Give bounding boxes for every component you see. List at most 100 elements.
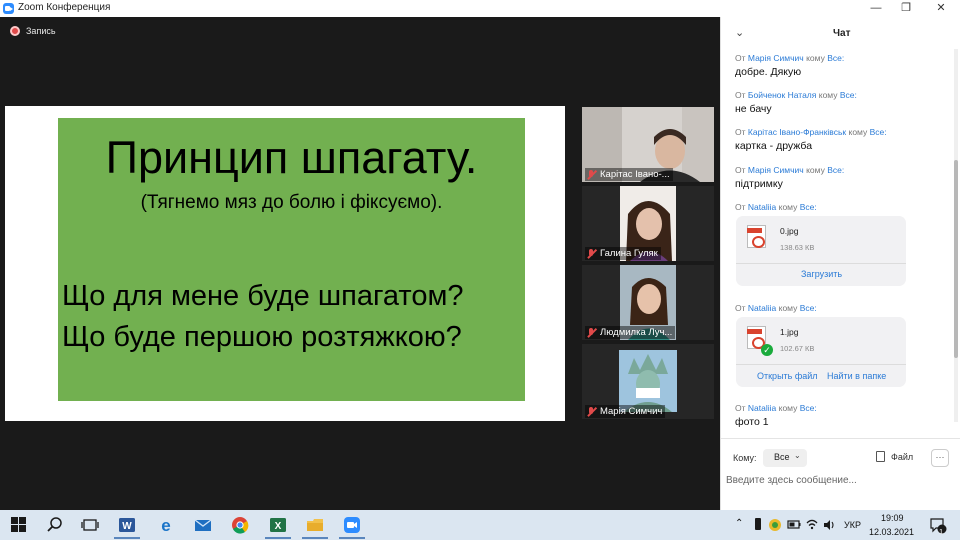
chevron-down-icon[interactable]: ⌄	[735, 26, 744, 39]
participant-name: Карітас Івано-...	[585, 168, 673, 181]
minimize-button[interactable]: —	[859, 0, 893, 17]
participant-tile[interactable]: Людмилка Луч...	[582, 265, 714, 340]
message-meta: От Nataliia кому Все:	[735, 403, 817, 413]
usb-device-icon[interactable]	[752, 516, 764, 534]
input-language[interactable]: УКР	[844, 520, 861, 530]
message-recipient[interactable]: Все:	[827, 165, 844, 175]
chat-panel: ⌄ Чат От Марія Симчич кому Все: добре. Д…	[720, 17, 960, 510]
file-icon	[876, 451, 885, 462]
message-meta: От Карітас Івано-Франківськ кому Все:	[735, 127, 887, 137]
message-meta: От Бойченок Наталя кому Все:	[735, 90, 857, 100]
show-in-folder-button[interactable]: Найти в папке	[827, 371, 886, 381]
svg-text:e: e	[161, 516, 170, 534]
participant-tile[interactable]: Галина Гуляк	[582, 186, 714, 261]
mail-icon[interactable]	[194, 516, 212, 534]
restore-button[interactable]: ❐	[889, 0, 923, 17]
recording-indicator[interactable]: Запись	[10, 26, 56, 36]
message-recipient[interactable]: Все:	[800, 403, 817, 413]
notifications-icon[interactable]	[929, 516, 947, 534]
mic-muted-icon	[586, 406, 596, 417]
clock-date[interactable]: 12.03.2021	[869, 527, 914, 537]
chat-message-input[interactable]	[726, 470, 946, 490]
message-sender[interactable]: Nataliia	[748, 303, 776, 313]
more-options-button[interactable]: ···	[931, 449, 949, 467]
message-recipient[interactable]: Все:	[800, 303, 817, 313]
message-sender[interactable]: Бойченок Наталя	[748, 90, 816, 100]
message-meta: От Nataliia кому Все:	[735, 303, 817, 313]
file-explorer-icon[interactable]	[306, 516, 324, 534]
message-sender[interactable]: Nataliia	[748, 403, 776, 413]
chat-message: От Марія Симчич кому Все: підтримку	[735, 165, 844, 190]
message-recipient[interactable]: Все:	[827, 53, 844, 63]
record-icon	[10, 26, 20, 36]
message-recipient[interactable]: Все:	[800, 202, 817, 212]
chat-title: Чат	[833, 28, 851, 39]
chrome-icon[interactable]	[231, 516, 249, 534]
word-icon[interactable]: W	[118, 516, 136, 534]
message-sender[interactable]: Nataliia	[748, 202, 776, 212]
presentation-slide: Принцип шпагату. (Тягнемо мяз до болю і …	[58, 118, 525, 401]
message-text: картка - дружба	[735, 140, 813, 152]
mic-muted-icon	[586, 248, 596, 259]
active-app-indicator	[114, 537, 140, 539]
participant-name-text: Карітас Івано-...	[600, 169, 670, 180]
recipient-select[interactable]: Все ⌄	[763, 449, 807, 467]
active-app-indicator	[339, 537, 365, 539]
message-meta: От Nataliia кому Все:	[735, 202, 817, 212]
close-button[interactable]: ✕	[924, 0, 958, 17]
battery-icon[interactable]	[787, 516, 801, 534]
message-text: не бачу	[735, 103, 772, 115]
slide-subtitle: (Тягнемо мяз до болю і фіксуємо).	[140, 192, 443, 213]
divider	[736, 263, 906, 264]
message-sender[interactable]: Карітас Івано-Франківськ	[748, 127, 846, 137]
volume-icon[interactable]	[822, 516, 836, 534]
download-button[interactable]: Загрузить	[801, 269, 842, 279]
clock-time[interactable]: 19:09	[881, 513, 904, 523]
chat-message: От Nataliia кому Все:	[735, 303, 817, 313]
share-file-label: Файл	[891, 451, 914, 462]
tray-expand-icon[interactable]: ⌃	[735, 518, 743, 529]
slide-question-1: Що для мене буде шпагатом?	[62, 280, 464, 312]
windows-taskbar: W e X ⌃ УКР 19:09 12.03.2021 1	[0, 510, 960, 540]
recipient-label: Кому:	[733, 453, 757, 463]
zoom-app-icon[interactable]	[343, 516, 361, 534]
active-app-indicator	[265, 537, 291, 539]
file-name: 0.jpg	[780, 226, 799, 236]
message-sender[interactable]: Марія Симчич	[748, 165, 804, 175]
chat-message: От Nataliia кому Все:	[735, 202, 817, 212]
excel-icon[interactable]: X	[269, 516, 287, 534]
recording-label: Запись	[26, 26, 56, 36]
message-text: добре. Дякую	[735, 66, 802, 78]
slide-question-2: Що буде першою розтяжкою?	[62, 321, 462, 353]
divider	[721, 438, 960, 439]
participant-name: Марія Симчич	[585, 405, 666, 418]
search-icon[interactable]	[46, 516, 64, 534]
participant-name: Галина Гуляк	[585, 247, 661, 260]
svg-text:X: X	[275, 521, 282, 532]
chat-message: От Марія Симчич кому Все: добре. Дякую	[735, 53, 844, 78]
message-meta: От Марія Симчич кому Все:	[735, 53, 845, 63]
downloaded-check-icon: ✓	[761, 344, 773, 356]
security-status-icon[interactable]	[768, 516, 782, 534]
shared-screen: Принцип шпагату. (Тягнемо мяз до болю і …	[5, 106, 565, 421]
chat-scrollbar-thumb[interactable]	[954, 160, 958, 358]
window-title-bar: Zoom Конференция — ❐ ✕	[0, 0, 960, 17]
edge-icon[interactable]: e	[157, 516, 175, 534]
meeting-view: Запись Принцип шпагату. (Тягнемо мяз до …	[0, 17, 720, 510]
mic-muted-icon	[586, 327, 596, 338]
open-file-button[interactable]: Открыть файл	[757, 371, 818, 381]
divider	[736, 364, 906, 365]
windows-start-icon[interactable]	[10, 516, 28, 534]
message-recipient[interactable]: Все:	[840, 90, 857, 100]
file-attachment-card: ✓ 1.jpg 102.67 КВ Открыть файл Найти в п…	[736, 317, 906, 387]
message-text: фото 1	[735, 416, 769, 428]
participant-tile[interactable]: Марія Симчич	[582, 344, 714, 419]
file-size: 102.67 КВ	[780, 344, 815, 353]
message-recipient[interactable]: Все:	[870, 127, 887, 137]
chat-message: От Бойченок Наталя кому Все: не бачу	[735, 90, 857, 115]
share-file-button[interactable]: Файл	[876, 451, 913, 462]
message-sender[interactable]: Марія Симчич	[748, 53, 804, 63]
participant-tile[interactable]: Карітас Івано-...	[582, 107, 714, 182]
wifi-icon[interactable]	[805, 516, 819, 534]
task-view-icon[interactable]	[81, 516, 99, 534]
